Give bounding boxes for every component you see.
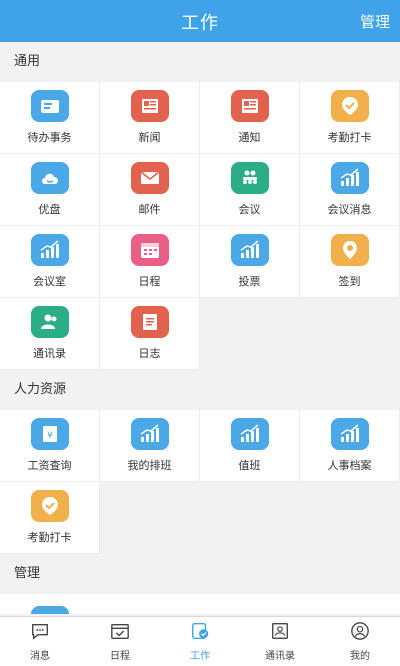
app-tile-label: 考勤打卡 <box>27 531 72 544</box>
cloud-icon <box>30 162 69 194</box>
bottom-nav: 消息 日程 工作 通讯录 我的 <box>0 616 400 666</box>
app-tile[interactable]: 日志 <box>100 298 200 370</box>
section-title: 通用 <box>0 42 400 82</box>
app-tile-label: 人事档案 <box>327 459 372 472</box>
app-tile[interactable]: 考勤打卡 <box>300 82 400 154</box>
app-tile-label: 邮件 <box>138 203 161 216</box>
attendance-icon <box>30 490 69 522</box>
nav-item[interactable]: 消息 <box>0 617 80 666</box>
app-tile[interactable]: 日程 <box>100 226 200 298</box>
app-tile[interactable]: 考勤打卡 <box>0 482 100 554</box>
salary-icon: ¥ <box>30 418 69 450</box>
app-tile[interactable]: 投票 <box>200 226 300 298</box>
nav-item-label: 消息 <box>30 651 50 662</box>
section-title: 管理 <box>0 554 400 594</box>
app-tile[interactable]: 会议室 <box>0 226 100 298</box>
nav-item[interactable]: 工作 <box>160 617 240 666</box>
app-tile[interactable]: 优盘 <box>0 154 100 226</box>
calendar-icon <box>109 621 131 645</box>
app-tile-label: 会议室 <box>33 275 66 288</box>
log-icon <box>130 306 169 338</box>
app-tile-label: 会议消息 <box>327 203 372 216</box>
nav-item-label: 通讯录 <box>265 651 295 662</box>
app-tile-label: 待办事务 <box>27 131 72 144</box>
app-tile[interactable]: 待办事务 <box>0 82 100 154</box>
chart-icon <box>230 418 269 450</box>
chart-icon <box>330 418 369 450</box>
news-icon <box>130 90 169 122</box>
app-tile-label: 签到 <box>338 275 361 288</box>
app-tile[interactable]: 会议消息 <box>300 154 400 226</box>
chart-icon <box>230 234 269 266</box>
section-title: 人力资源 <box>0 370 400 410</box>
app-grid: 待办事务 新闻 通知 考勤打卡优盘 邮件 会议 会议消息会议室 日程 投票 签到通讯录 日志 <box>0 82 400 370</box>
calendar-icon <box>130 234 169 266</box>
nav-item[interactable]: 通讯录 <box>240 617 320 666</box>
app: 工作 管理 通用 待办事务 新闻 通知 考勤打卡 优盘 邮件 会议 会议消息 会议室 日程 投票 签到通… <box>0 0 400 666</box>
contacts-icon <box>269 621 291 645</box>
message-icon <box>29 621 51 645</box>
meeting-icon <box>230 162 269 194</box>
manage-button[interactable]: 管理 <box>360 11 390 32</box>
nav-item-label: 日程 <box>110 651 130 662</box>
app-tile[interactable]: 通知 <box>200 82 300 154</box>
app-tile-label: 值班 <box>238 459 261 472</box>
app-tile-label: 我的排班 <box>127 459 172 472</box>
notice-icon <box>230 90 269 122</box>
app-tile-label: 投票 <box>238 275 261 288</box>
app-tile-label: 新闻 <box>138 131 161 144</box>
app-tile-label: 通知 <box>238 131 261 144</box>
app-tile[interactable]: 邮件 <box>100 154 200 226</box>
profile-icon <box>349 621 371 645</box>
app-tile[interactable]: 新闻 <box>100 82 200 154</box>
app-tile[interactable]: 我的排班 <box>100 410 200 482</box>
app-tile-label: 日程 <box>138 275 161 288</box>
app-tile[interactable]: 会议 <box>200 154 300 226</box>
app-tile-label: 工资查询 <box>27 459 72 472</box>
nav-item[interactable]: 日程 <box>80 617 160 666</box>
svg-text:¥: ¥ <box>47 431 53 441</box>
chart-icon <box>130 418 169 450</box>
app-tile-label: 通讯录 <box>33 347 66 360</box>
partial-tile-icon <box>31 606 69 614</box>
app-tile[interactable]: 签到 <box>300 226 400 298</box>
contacts-icon <box>30 306 69 338</box>
app-tile[interactable]: ¥ 工资查询 <box>0 410 100 482</box>
app-tile-label: 优盘 <box>38 203 61 216</box>
nav-item[interactable]: 我的 <box>320 617 400 666</box>
app-tile[interactable]: 通讯录 <box>0 298 100 370</box>
app-tile-label: 日志 <box>138 347 161 360</box>
app-tile-label: 会议 <box>238 203 261 216</box>
location-icon <box>330 234 369 266</box>
nav-item-label: 工作 <box>190 651 210 662</box>
page-title: 工作 <box>181 13 219 34</box>
app-tile[interactable]: 值班 <box>200 410 300 482</box>
work-content[interactable]: 通用 待办事务 新闻 通知 考勤打卡 优盘 邮件 会议 会议消息 会议室 日程 投票 签到 通讯录 日志 人力… <box>0 42 400 616</box>
work-icon <box>189 621 211 645</box>
app-grid: ¥ 工资查询 我的排班 值班 人事档案考勤打卡 <box>0 410 400 554</box>
partial-row <box>0 594 400 614</box>
chart-icon <box>30 234 69 266</box>
todo-icon <box>30 90 69 122</box>
app-tile-label: 考勤打卡 <box>327 131 372 144</box>
chart-icon <box>330 162 369 194</box>
mail-icon <box>130 162 169 194</box>
app-tile[interactable]: 人事档案 <box>300 410 400 482</box>
attendance-icon <box>330 90 369 122</box>
nav-item-label: 我的 <box>350 651 370 662</box>
top-bar: 工作 管理 <box>0 0 400 42</box>
